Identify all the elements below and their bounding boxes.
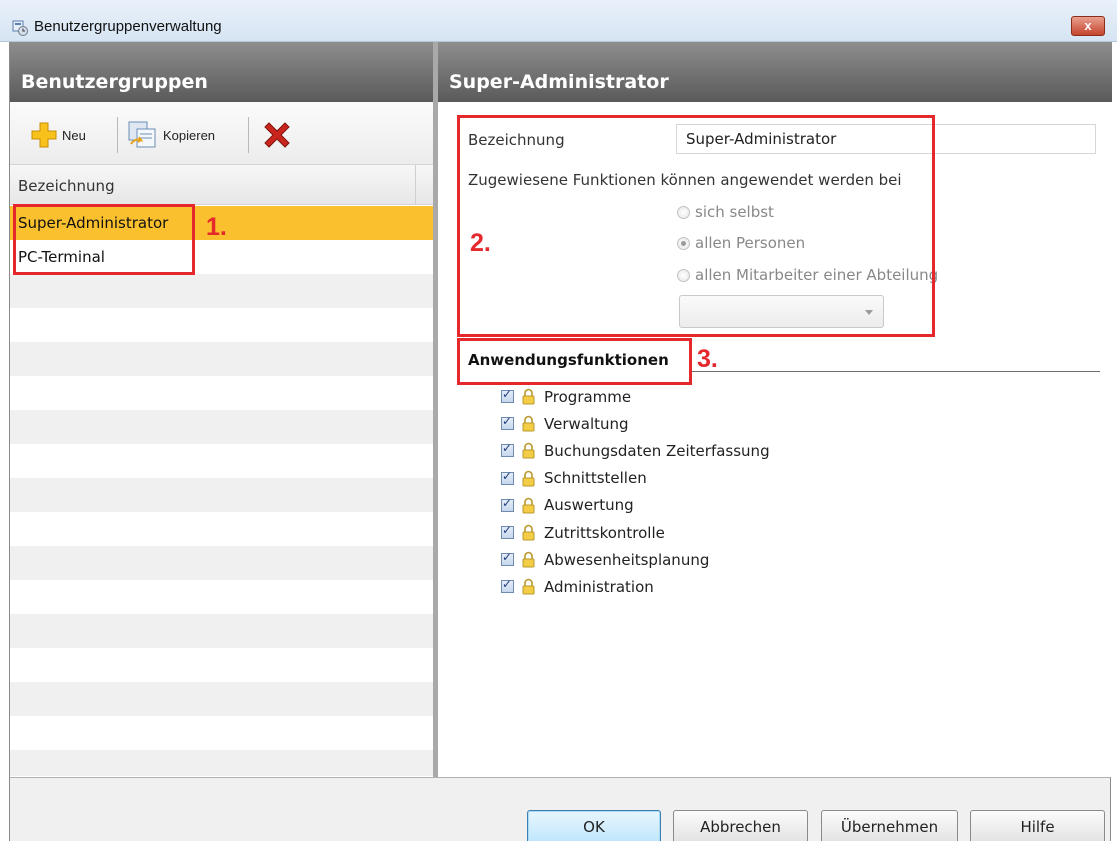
ok-button[interactable]: OK [527, 810, 661, 841]
checkbox[interactable] [501, 469, 514, 485]
copy-icon [128, 121, 156, 148]
function-item[interactable]: Abwesenheitsplanung [501, 546, 770, 573]
lock-icon [522, 551, 535, 568]
window-title: Benutzergruppenverwaltung [34, 18, 222, 35]
lock-icon [522, 524, 535, 541]
function-item[interactable]: Schnittstellen [501, 465, 770, 492]
groups-pane: Benutzergruppen Neu Kopieren Bezeichnung… [10, 42, 433, 777]
empty-row [10, 342, 433, 376]
new-button-label: Neu [62, 127, 86, 143]
function-item[interactable]: Zutrittskontrolle [501, 519, 770, 546]
lock-icon [522, 415, 535, 432]
checkbox[interactable] [501, 496, 514, 512]
checkbox[interactable] [501, 414, 514, 431]
function-label: Programme [544, 387, 632, 406]
add-icon [31, 122, 57, 148]
empty-row [10, 512, 433, 546]
help-button[interactable]: Hilfe [970, 810, 1105, 841]
close-button[interactable]: x [1071, 16, 1105, 36]
empty-row [10, 274, 433, 308]
delete-button[interactable] [260, 119, 294, 151]
checkbox[interactable] [501, 550, 514, 567]
empty-row [10, 682, 433, 716]
function-label: Administration [544, 577, 654, 596]
empty-row [10, 376, 433, 410]
empty-row [10, 410, 433, 444]
empty-row [10, 580, 433, 614]
checkbox[interactable] [501, 387, 514, 404]
function-label: Schnittstellen [544, 469, 647, 488]
dialog-button-bar: OK Abbrechen Übernehmen Hilfe [10, 777, 1110, 841]
function-label: Abwesenheitsplanung [544, 550, 710, 569]
annotation-number-2: 2. [470, 229, 491, 257]
groups-list: Super-Administrator PC-Terminal [10, 206, 433, 776]
delete-x-icon [264, 122, 290, 148]
empty-row [10, 478, 433, 512]
new-button[interactable]: Neu [30, 119, 86, 151]
lock-icon [522, 579, 535, 595]
empty-row [10, 546, 433, 580]
column-header-label: Bezeichnung [18, 177, 115, 195]
column-divider[interactable] [415, 165, 416, 205]
checkbox[interactable] [501, 523, 514, 540]
function-item[interactable]: Buchungsdaten Zeiterfassung [501, 437, 770, 464]
lock-icon [522, 497, 535, 514]
toolbar-separator [248, 117, 249, 153]
functions-list: Programme Verwaltung Buchungsdaten Zeite… [501, 383, 770, 601]
lock-icon [522, 388, 535, 405]
function-item[interactable]: Auswertung [501, 492, 770, 519]
section-divider [690, 371, 1100, 372]
annotation-box-3 [457, 338, 692, 385]
copy-button[interactable]: Kopieren [127, 119, 215, 151]
annotation-number-1: 1. [206, 213, 227, 241]
empty-row [10, 716, 433, 750]
checkbox[interactable] [501, 577, 514, 594]
group-detail-header: Super-Administrator [438, 42, 1112, 102]
checkbox[interactable] [501, 441, 514, 458]
empty-row [10, 614, 433, 648]
empty-row [10, 750, 433, 776]
function-label: Verwaltung [544, 414, 629, 433]
function-item[interactable]: Programme [501, 383, 770, 410]
apply-button[interactable]: Übernehmen [821, 810, 958, 841]
cancel-button[interactable]: Abbrechen [673, 810, 808, 841]
function-item[interactable]: Verwaltung [501, 410, 770, 437]
lock-icon [522, 470, 535, 487]
app-icon [12, 20, 28, 36]
groups-toolbar: Neu Kopieren [10, 102, 433, 165]
toolbar-separator [117, 117, 118, 153]
empty-row [10, 308, 433, 342]
function-label: Auswertung [544, 496, 634, 515]
annotation-number-3: 3. [697, 345, 718, 373]
function-label: Buchungsdaten Zeiterfassung [544, 441, 770, 460]
groups-pane-header: Benutzergruppen [10, 42, 433, 102]
function-item[interactable]: Administration [501, 573, 770, 600]
lock-icon [522, 443, 535, 459]
empty-row [10, 648, 433, 682]
empty-row [10, 444, 433, 478]
copy-button-label: Kopieren [163, 127, 216, 143]
annotation-box-1 [13, 204, 195, 275]
column-header[interactable]: Bezeichnung [10, 165, 433, 205]
annotation-box-2 [457, 115, 935, 337]
function-label: Zutrittskontrolle [544, 523, 665, 542]
title-bar: Benutzergruppenverwaltung x [0, 0, 1117, 42]
